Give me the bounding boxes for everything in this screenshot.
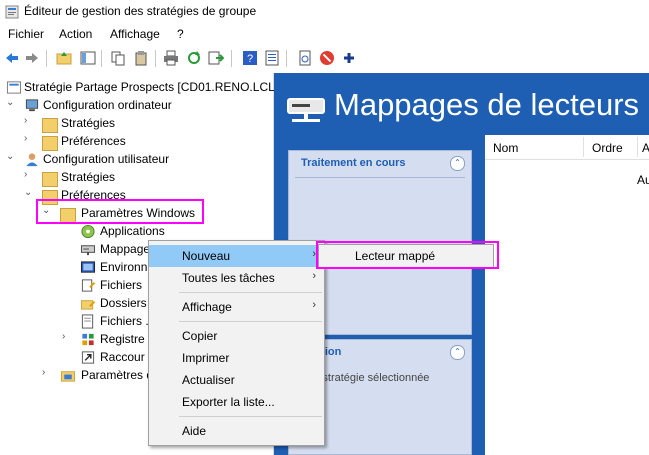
back-arrow-icon[interactable] [4,50,20,66]
environment-icon [80,261,96,273]
gpo-editor-icon [5,5,19,19]
chevron-right-icon[interactable]: › [42,367,52,378]
applications-icon [81,224,95,239]
column-header-action[interactable]: A [642,141,649,155]
chevron-right-icon[interactable]: › [24,115,34,126]
menu-item-export-list[interactable]: Exporter la liste... [149,391,324,413]
folder-icon [42,172,58,187]
paste-icon[interactable] [133,50,149,66]
menu-bar: Fichier Action Affichage ? [0,24,649,44]
menu-item-all-tasks[interactable]: Toutes les tâches › [149,267,324,289]
chevron-right-icon: › [312,270,316,282]
chevron-right-icon[interactable]: › [24,169,34,180]
chevron-down-icon[interactable]: ⌄ [6,97,16,108]
document-icon[interactable] [297,50,313,66]
menu-action[interactable]: Action [59,27,92,41]
menu-file[interactable]: Fichier [8,27,44,41]
column-header-name[interactable]: Nom [493,141,518,155]
user-icon [26,153,38,167]
chevron-right-icon[interactable]: › [24,133,34,144]
computer-icon [25,99,39,112]
print-icon[interactable] [163,50,179,66]
menu-item-copy[interactable]: Copier [149,325,324,347]
menu-item-print[interactable]: Imprimer [149,347,324,369]
page-title: Mappages de lecteurs [334,87,640,122]
stop-icon[interactable] [319,50,335,66]
folder-icon [42,118,58,133]
drive-map-header-icon [287,98,325,122]
registry-icon [82,333,94,346]
menu-help[interactable]: ? [177,27,184,41]
collapse-icon[interactable]: ⌃ [450,156,465,171]
forward-arrow-icon[interactable] [24,50,40,66]
help-icon[interactable]: ? [242,50,258,66]
add-icon[interactable] [341,50,357,66]
menu-item-help[interactable]: Aide [149,420,324,442]
highlight-windows-settings [36,199,204,224]
context-menu: Nouveau › Toutes les tâches › Affichage … [148,240,325,446]
title-bar: Éditeur de gestion des stratégies de gro… [0,0,649,24]
svg-text:?: ? [247,53,253,65]
up-folder-icon[interactable] [56,50,72,66]
drive-icon [80,245,96,256]
chevron-right-icon[interactable]: › [62,331,72,342]
window-title: Éditeur de gestion des stratégies de gro… [24,4,257,18]
menu-view[interactable]: Affichage [110,27,160,41]
list-cell: Au [637,173,649,187]
processing-panel-title: Traitement en cours [301,157,406,169]
chevron-right-icon: › [312,299,316,311]
menu-separator [179,321,322,322]
control-panel-icon [60,371,76,382]
copy-icon[interactable] [110,50,126,66]
properties-icon[interactable] [264,50,280,66]
toolbar: ? [0,44,649,73]
folder-icon [42,136,58,151]
show-hide-tree-icon[interactable] [80,50,96,66]
column-header-order[interactable]: Ordre [592,141,623,155]
ini-file-icon [81,314,94,329]
menu-separator [179,292,322,293]
menu-separator [179,416,322,417]
chevron-down-icon[interactable]: ⌄ [6,151,16,162]
menu-item-new[interactable]: Nouveau › [149,245,324,267]
collapse-icon[interactable]: ⌃ [450,345,465,360]
files-icon [81,279,96,292]
chevron-down-icon[interactable]: ⌄ [24,187,34,198]
list-header: Nom Ordre A [485,135,649,160]
menu-item-refresh[interactable]: Actualiser [149,369,324,391]
highlight-mapped-drive [316,241,499,269]
drive-maps-list: Nom Ordre A Au [485,135,649,455]
menu-item-view[interactable]: Affichage › [149,296,324,318]
folders-icon [80,300,96,310]
shortcut-icon [81,351,95,364]
refresh-icon[interactable] [186,50,202,66]
policy-icon [6,81,22,94]
export-icon[interactable] [208,50,224,66]
